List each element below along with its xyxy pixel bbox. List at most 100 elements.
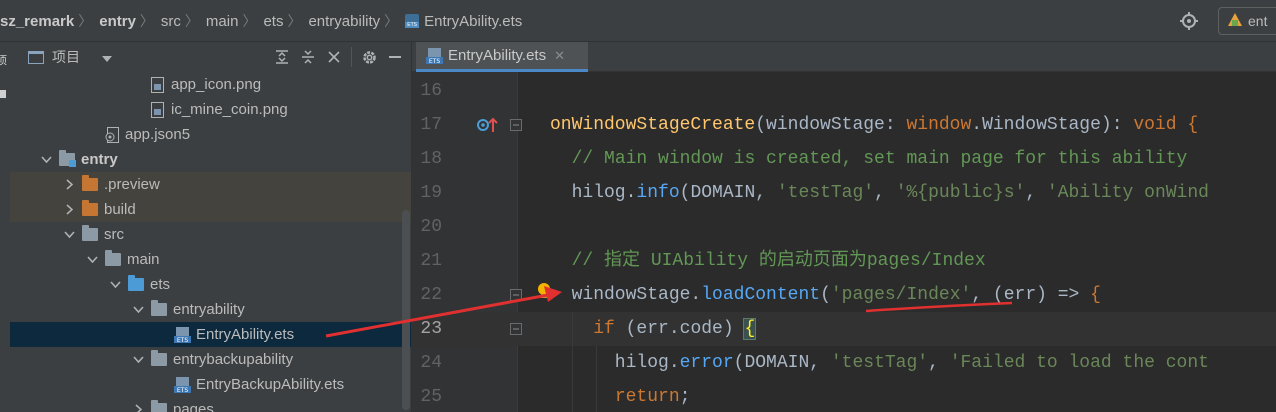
breadcrumb-separator: 〉 — [184, 13, 199, 29]
code-line[interactable]: 24 hilog.error(DOMAIN, 'testTag', 'Faile… — [412, 346, 1276, 380]
json-file-icon — [105, 126, 119, 143]
code-line[interactable]: 23 if (err.code) { — [412, 312, 1276, 346]
svg-text:ETS: ETS — [177, 387, 188, 393]
project-window-icon — [28, 50, 44, 64]
tree-item-entry[interactable]: entry — [10, 147, 411, 172]
target-icon[interactable] — [1178, 10, 1200, 32]
breadcrumb-item[interactable]: src — [161, 13, 181, 30]
minimize-icon[interactable] — [382, 44, 408, 70]
code-text: // 指定 UIAbility 的启动页面为pages/Index — [571, 251, 986, 271]
tree-item-label: entrybackupability — [173, 351, 294, 368]
line-number: 24 — [420, 353, 442, 373]
code-line[interactable]: 19 hilog.info(DOMAIN, 'testTag', '%{publ… — [412, 176, 1276, 210]
chevron-down-icon[interactable] — [39, 153, 53, 167]
code-line[interactable]: 21 // 指定 UIAbility 的启动页面为pages/Index — [412, 244, 1276, 278]
navigation-bar: sz_remark 〉 entry 〉 src 〉 main 〉 ets 〉 entryabilit… — [0, 0, 1276, 42]
chevron-down-icon[interactable] — [85, 253, 99, 267]
tree-item-label: EntryBackupAbility.ets — [196, 376, 345, 393]
tree-item-app-icon-png[interactable]: app_icon.png — [10, 72, 411, 97]
tree-item-label: EntryAbility.ets — [196, 326, 295, 343]
chevron-down-icon[interactable] — [131, 303, 145, 317]
tree-item-ic-mine-coin-png[interactable]: ic_mine_coin.png — [10, 97, 411, 122]
chevron-right-icon[interactable] — [62, 178, 76, 192]
gear-icon[interactable] — [356, 44, 382, 70]
code-line[interactable]: 20 — [412, 210, 1276, 244]
breadcrumb-item[interactable]: entry — [99, 13, 136, 30]
tab-entryability-ets[interactable]: ETS EntryAbility.ets ✕ — [416, 42, 588, 72]
image-file-icon — [151, 76, 164, 93]
tree-item-entrybackupability[interactable]: entrybackupability — [10, 347, 411, 372]
tree-item-entrybackupability-ets[interactable]: ETS EntryBackupAbility.ets — [10, 372, 411, 397]
line-number: 17 — [420, 115, 442, 135]
lightbulb-icon[interactable] — [536, 282, 552, 304]
breadcrumb-item[interactable]: EntryAbility.ets — [405, 13, 522, 30]
code-line[interactable]: 17 onWindowStageCreate(windowStage: windo… — [412, 108, 1276, 142]
tree-item-entryability[interactable]: entryability — [10, 297, 411, 322]
toolbar-right: ent — [1178, 0, 1276, 42]
tree-item-entryability-ets[interactable]: ETS EntryAbility.ets — [10, 322, 411, 347]
code-line[interactable]: 25 return; — [412, 380, 1276, 412]
chevron-right-icon[interactable] — [62, 203, 76, 217]
folder-icon — [151, 400, 167, 412]
tree-item-src[interactable]: src — [10, 222, 411, 247]
svg-text:ETS: ETS — [177, 337, 188, 343]
tree-item-main[interactable]: main — [10, 247, 411, 272]
tree-item-ets[interactable]: ets — [10, 272, 411, 297]
run-configuration-selector[interactable]: ent — [1218, 7, 1276, 35]
image-file-icon — [151, 101, 164, 118]
line-number: 21 — [420, 251, 442, 271]
project-panel-header: 项目 — [10, 42, 411, 72]
tree-scrollbar[interactable] — [402, 210, 410, 410]
code-line[interactable]: 18 // Main window is created, set main p… — [412, 142, 1276, 176]
line-number: 20 — [420, 217, 442, 237]
tree-item-build[interactable]: build — [10, 197, 411, 222]
line-number: 19 — [420, 183, 442, 203]
device-label: ent — [1248, 13, 1268, 29]
expand-all-icon[interactable] — [269, 44, 295, 70]
breadcrumb-item[interactable]: main — [206, 13, 239, 30]
breadcrumb-item[interactable]: entryability — [308, 13, 380, 30]
fold-marker-icon[interactable] — [510, 323, 522, 335]
line-number: 23 — [420, 319, 442, 339]
project-tool-tab[interactable]: 项 — [0, 46, 8, 104]
project-panel-title: 项目 — [52, 49, 80, 65]
code-text: hilog.info(DOMAIN, 'testTag', '%{public}… — [550, 183, 1209, 203]
svg-text:ETS: ETS — [429, 58, 440, 64]
tree-item-app-json5[interactable]: app.json5 — [10, 122, 411, 147]
ets-file-icon: ETS — [426, 47, 443, 65]
fold-marker-icon[interactable] — [510, 119, 522, 131]
code-text: // Main window is created, set main page… — [571, 149, 1188, 169]
toolbar-divider — [351, 47, 352, 67]
tree-item-preview[interactable]: .preview — [10, 172, 411, 197]
code-editor[interactable]: 16 17 onWindowStageCreate(windowStage: win… — [412, 72, 1276, 412]
chevron-right-icon[interactable] — [131, 403, 145, 412]
breadcrumb-item[interactable]: ets — [263, 13, 283, 30]
line-number: 22 — [420, 285, 442, 305]
chevron-down-icon[interactable] — [131, 353, 145, 367]
chevron-down-icon[interactable] — [108, 278, 122, 292]
tree-item-pages[interactable]: pages — [10, 397, 411, 412]
implement-method-icon[interactable] — [476, 116, 498, 138]
code-line[interactable]: 16 — [412, 74, 1276, 108]
tree-item-label: build — [104, 201, 136, 218]
indent-guide — [572, 312, 573, 412]
fold-marker-icon[interactable] — [510, 289, 522, 301]
tree-item-label: app_icon.png — [171, 76, 262, 93]
breadcrumb-item[interactable]: sz_remark — [0, 13, 74, 30]
breadcrumb-separator: 〉 — [242, 13, 257, 29]
ets-file-icon: ETS — [174, 376, 191, 394]
close-icon[interactable] — [321, 44, 347, 70]
code-text: hilog.error(DOMAIN, 'testTag', 'Failed t… — [550, 353, 1209, 373]
breadcrumb: sz_remark 〉 entry 〉 src 〉 main 〉 ets 〉 entryabilit… — [0, 0, 522, 42]
collapse-all-icon[interactable] — [295, 44, 321, 70]
ets-file-icon — [405, 14, 420, 28]
tree-item-label: entry — [81, 151, 118, 168]
tree-item-label: pages — [173, 401, 214, 412]
close-icon[interactable]: ✕ — [554, 48, 565, 64]
project-view-selector[interactable]: 项目 — [28, 47, 112, 67]
folder-icon — [105, 250, 121, 266]
line-number: 25 — [420, 387, 442, 407]
device-icon — [1227, 12, 1243, 31]
folder-icon — [82, 225, 98, 241]
chevron-down-icon[interactable] — [62, 228, 76, 242]
